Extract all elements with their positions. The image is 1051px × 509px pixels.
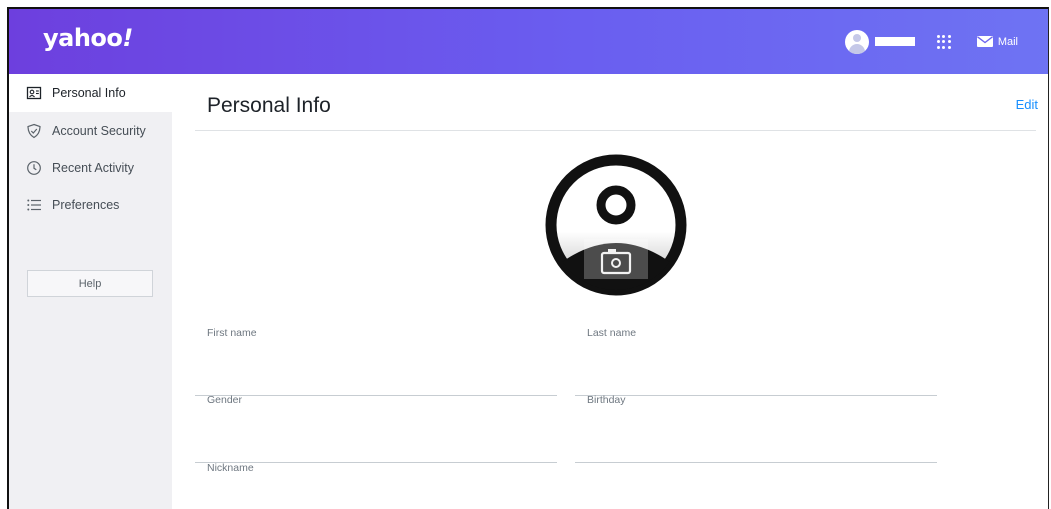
birthday-label: Birthday <box>587 394 626 406</box>
edit-link[interactable]: Edit <box>1016 97 1038 112</box>
clock-icon <box>27 160 41 175</box>
profile-name-redacted[interactable] <box>874 37 915 46</box>
list-icon <box>27 199 41 210</box>
sidebar-item-account-security[interactable]: Account Security <box>9 112 172 149</box>
shield-icon <box>27 123 41 138</box>
apps-grid-icon[interactable] <box>936 34 951 49</box>
logo-bang: ! <box>122 24 133 52</box>
mail-link[interactable]: Mail <box>976 35 1018 48</box>
sidebar: Personal Info Account Security Recent Ac… <box>9 74 172 509</box>
birthday-field[interactable]: Birthday <box>575 394 937 463</box>
last-name-label: Last name <box>587 327 637 339</box>
sidebar-item-label: Account Security <box>52 123 146 138</box>
title-divider <box>195 130 1036 131</box>
gender-label: Gender <box>207 394 243 406</box>
page-title: Personal Info <box>207 94 331 117</box>
top-header: yahoo! Mail <box>9 9 1048 74</box>
profile-photo-avatar[interactable] <box>544 153 688 297</box>
sidebar-item-recent-activity[interactable]: Recent Activity <box>9 149 172 186</box>
app-frame: yahoo! Mail Personal Info Account Securi… <box>7 7 1049 509</box>
sidebar-item-label: Personal Info <box>52 86 126 100</box>
sidebar-item-personal-info[interactable]: Personal Info <box>9 74 172 112</box>
sidebar-item-label: Recent Activity <box>52 160 134 175</box>
nickname-label: Nickname <box>207 462 254 474</box>
yahoo-logo[interactable]: yahoo! <box>43 24 133 52</box>
first-name-field[interactable]: First name <box>195 327 557 396</box>
sidebar-item-preferences[interactable]: Preferences <box>9 186 172 223</box>
mail-label: Mail <box>997 35 1018 48</box>
last-name-field[interactable]: Last name <box>575 327 937 396</box>
gender-field[interactable]: Gender <box>195 394 557 463</box>
id-card-icon <box>26 86 42 100</box>
help-button[interactable]: Help <box>27 270 153 297</box>
first-name-label: First name <box>207 327 257 339</box>
mail-icon <box>976 36 993 47</box>
logo-text: yahoo <box>43 24 123 52</box>
nickname-field[interactable]: Nickname <box>195 462 557 509</box>
profile-avatar-icon[interactable] <box>844 29 869 54</box>
header-actions: Mail <box>844 9 1018 74</box>
sidebar-item-label: Preferences <box>52 197 120 212</box>
